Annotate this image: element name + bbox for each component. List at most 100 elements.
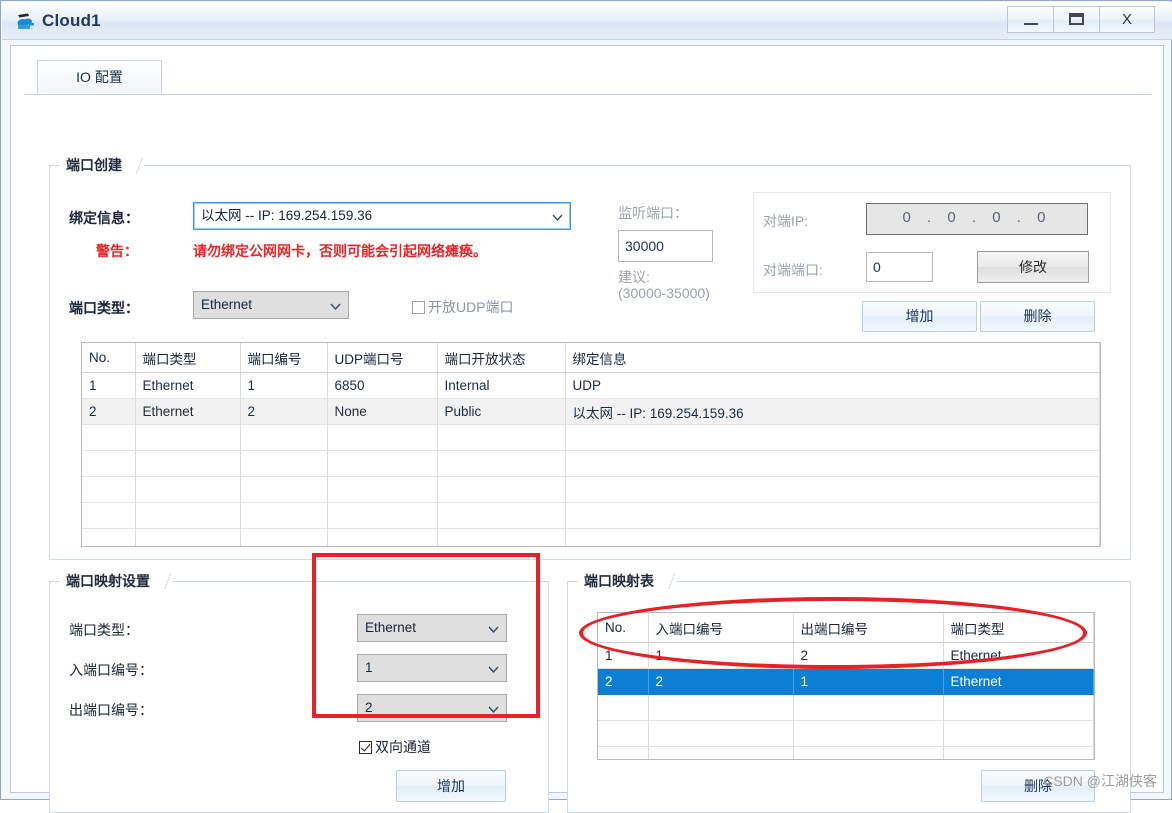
table-row[interactable]: 1 1 2 Ethernet (598, 642, 1094, 669)
col-no: No. (598, 613, 649, 643)
cell-in-port: 1 (648, 642, 794, 669)
table-row-selected[interactable]: 2 2 1 Ethernet (598, 668, 1094, 695)
col-port-type: 端口类型 (943, 613, 1094, 643)
col-port-type: 端口类型 (135, 343, 241, 373)
table-row-empty[interactable] (598, 746, 1094, 759)
map-in-port-combobox[interactable]: 1 (357, 654, 507, 682)
modify-button[interactable]: 修改 (977, 251, 1089, 283)
col-udp-port: UDP端口号 (327, 343, 438, 373)
col-port-number: 端口编号 (240, 343, 328, 373)
warning-text: 请勿绑定公网网卡，否则可能会引起网络瘫痪。 (193, 243, 487, 259)
cell-out-port: 1 (793, 668, 944, 695)
cell-port-state: Public (437, 398, 566, 425)
cell-bind-info: UDP (565, 372, 1100, 399)
chevron-down-icon (488, 625, 499, 634)
minimize-button[interactable] (1007, 6, 1053, 33)
col-bind-info: 绑定信息 (565, 343, 1100, 373)
watermark: CSDN @江湖侠客 (1043, 773, 1157, 789)
table-header-row: No. 端口类型 端口编号 UDP端口号 端口开放状态 绑定信息 (82, 343, 1100, 373)
suggest-label: 建议: (618, 269, 650, 285)
add-mapping-button[interactable]: 增加 (396, 770, 506, 802)
cell-port-type: Ethernet (943, 668, 1094, 695)
open-udp-port-label: 开放UDP端口 (428, 299, 514, 315)
bind-info-value: 以太网 -- IP: 169.254.159.36 (201, 208, 373, 223)
table-row[interactable]: 2 Ethernet 2 None Public 以太网 -- IP: 169.… (82, 398, 1100, 425)
cell-no: 1 (82, 372, 136, 399)
open-udp-port-checkbox[interactable]: 开放UDP端口 (412, 297, 514, 317)
tab-strip: IO 配置 (25, 60, 1151, 95)
peer-port-value: 0 (873, 259, 881, 275)
cell-port-state: Internal (437, 372, 566, 399)
map-port-type-value: Ethernet (365, 620, 417, 635)
checkbox-box-icon (412, 301, 425, 314)
port-table[interactable]: No. 端口类型 端口编号 UDP端口号 端口开放状态 绑定信息 1 Ether… (81, 342, 1101, 547)
mapping-table-group-title: 端口映射表 (578, 571, 676, 592)
cell-port-type: Ethernet (135, 372, 241, 399)
col-no: No. (82, 343, 136, 373)
table-row-empty[interactable] (82, 424, 1100, 451)
chevron-down-icon (330, 302, 341, 311)
peer-ip-input[interactable]: 0 . 0 . 0 . 0 (866, 203, 1088, 235)
cell-no: 2 (598, 668, 649, 695)
port-type-label: 端口类型： (69, 300, 139, 316)
map-port-type-label: 端口类型： (69, 622, 139, 638)
listen-port-value: 30000 (625, 238, 664, 254)
window-title: Cloud1 (42, 11, 101, 30)
chevron-down-icon (552, 213, 563, 222)
col-out-port: 出端口编号 (793, 613, 944, 643)
maximize-icon (1069, 13, 1084, 25)
peer-port-input[interactable]: 0 (866, 252, 933, 282)
checkbox-box-icon (359, 741, 372, 754)
cell-bind-info: 以太网 -- IP: 169.254.159.36 (565, 398, 1100, 425)
cell-in-port: 2 (648, 668, 794, 695)
map-out-port-combobox[interactable]: 2 (357, 694, 507, 722)
close-button[interactable]: X (1099, 6, 1155, 33)
maximize-button[interactable] (1053, 6, 1099, 33)
cell-port-type: Ethernet (135, 398, 241, 425)
map-in-port-label: 入端口编号： (69, 662, 153, 678)
bidirectional-channel-label: 双向通道 (375, 739, 431, 755)
cell-udp-port: None (327, 398, 438, 425)
table-row-empty[interactable] (82, 528, 1100, 546)
table-row-empty[interactable] (82, 502, 1100, 529)
listen-port-input[interactable]: 30000 (618, 230, 713, 262)
bidirectional-channel-checkbox[interactable]: 双向通道 (359, 737, 431, 757)
cell-no: 1 (598, 642, 649, 669)
map-out-port-value: 2 (365, 700, 373, 715)
table-row[interactable]: 1 Ethernet 1 6850 Internal UDP (82, 372, 1100, 399)
table-row-empty[interactable] (82, 476, 1100, 503)
delete-port-button-label: 删除 (1023, 308, 1052, 324)
tab-io-config-label: IO 配置 (76, 69, 123, 85)
port-create-group-title: 端口创建 (60, 155, 144, 176)
cloud-device-icon (15, 11, 37, 33)
table-header-row: No. 入端口编号 出端口编号 端口类型 (598, 613, 1094, 643)
tab-io-config[interactable]: IO 配置 (37, 60, 162, 94)
cell-no: 2 (82, 398, 136, 425)
table-row-empty[interactable] (82, 450, 1100, 477)
listen-port-label: 监听端口： (618, 205, 688, 221)
suggest-range: (30000-35000) (618, 285, 710, 301)
delete-port-button[interactable]: 删除 (980, 301, 1095, 332)
col-in-port: 入端口编号 (648, 613, 794, 643)
map-out-port-label: 出端口编号： (69, 702, 153, 718)
mapping-settings-group-title: 端口映射设置 (60, 571, 172, 592)
add-port-button-label: 增加 (905, 308, 934, 324)
add-mapping-button-label: 增加 (437, 778, 465, 794)
cell-port-type: Ethernet (943, 642, 1094, 669)
map-port-type-combobox[interactable]: Ethernet (357, 614, 507, 642)
add-port-button[interactable]: 增加 (862, 301, 977, 332)
warning-label: 警告： (96, 243, 138, 259)
port-type-combobox[interactable]: Ethernet (193, 291, 349, 319)
modify-button-label: 修改 (1019, 259, 1047, 275)
peer-ip-label: 对端IP: (763, 213, 809, 229)
cell-out-port: 2 (793, 642, 944, 669)
cell-udp-port: 6850 (327, 372, 438, 399)
cell-port-number: 2 (240, 398, 328, 425)
table-row-empty[interactable] (598, 694, 1094, 721)
bind-info-combobox[interactable]: 以太网 -- IP: 169.254.159.36 (193, 202, 571, 230)
table-row-empty[interactable] (598, 720, 1094, 747)
bind-info-label: 绑定信息： (69, 210, 139, 226)
mapping-table[interactable]: No. 入端口编号 出端口编号 端口类型 1 1 2 Ethernet 2 2 (597, 612, 1095, 760)
col-port-state: 端口开放状态 (437, 343, 566, 373)
port-type-value: Ethernet (201, 297, 253, 312)
